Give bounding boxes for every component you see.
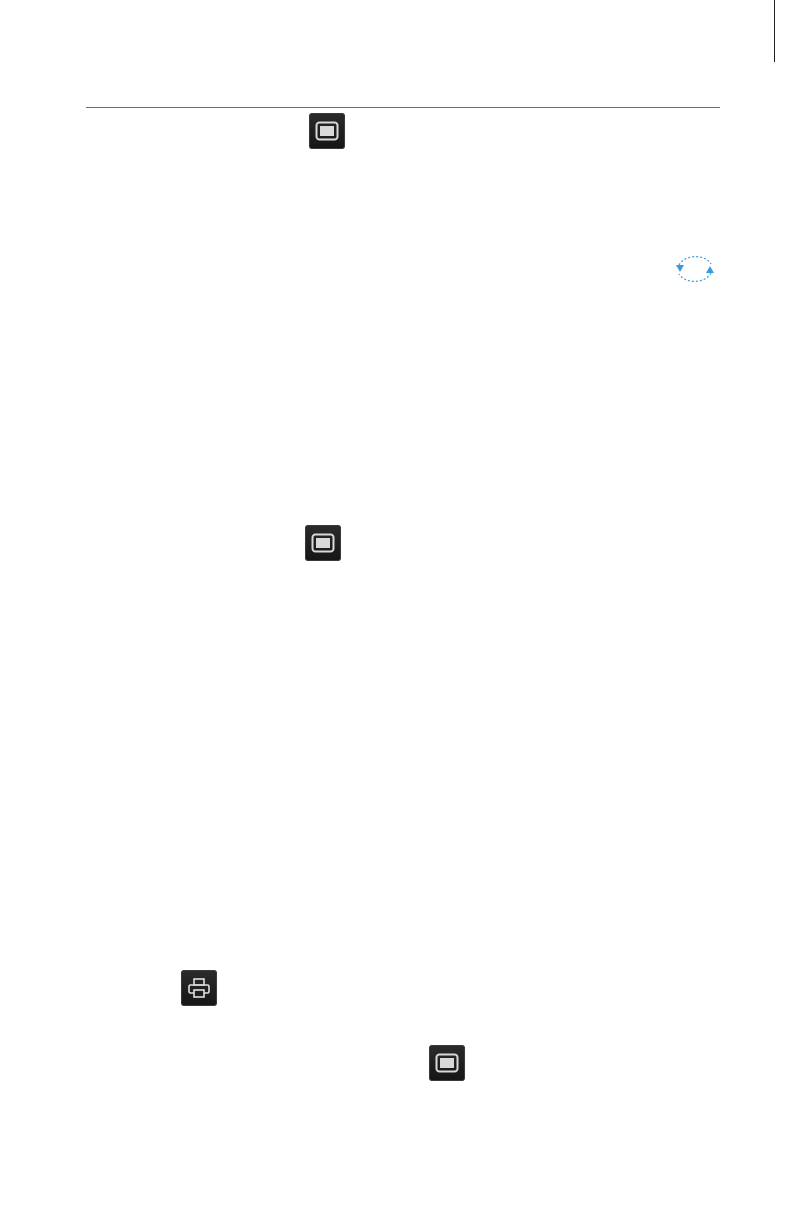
monitor-icon-graphic [435, 1053, 459, 1073]
printer-icon-graphic [188, 978, 210, 998]
sync-icon-graphic [676, 256, 714, 282]
sync-icon [671, 252, 719, 286]
monitor-icon [305, 525, 341, 561]
monitor-icon [429, 1045, 465, 1081]
header-rule [86, 107, 720, 108]
monitor-icon-graphic [315, 121, 339, 141]
margin-rule [774, 0, 775, 62]
monitor-icon-graphic [311, 533, 335, 553]
monitor-icon [309, 113, 345, 149]
printer-icon [181, 970, 217, 1006]
